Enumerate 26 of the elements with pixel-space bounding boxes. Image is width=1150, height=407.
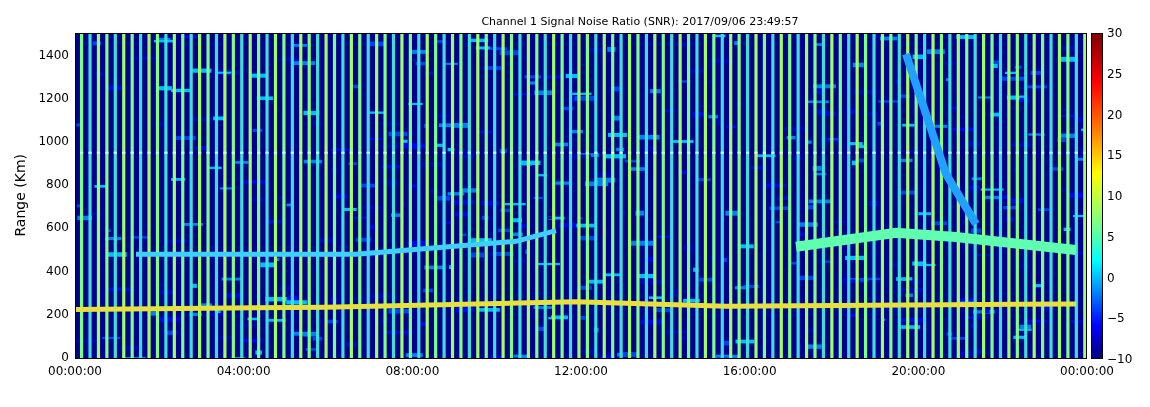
x-tick-label: 04:00:00 bbox=[216, 364, 271, 378]
x-tick-label: 16:00:00 bbox=[722, 364, 777, 378]
colorbar-tick-label: 0 bbox=[1107, 270, 1115, 285]
colorbar-tick-label: 10 bbox=[1107, 189, 1123, 203]
y-axis-label: Range (Km) bbox=[12, 153, 28, 237]
x-tick-label: 20:00:00 bbox=[891, 364, 946, 378]
colorbar-tick-label: 25 bbox=[1107, 66, 1123, 81]
y-tick-label: 800 bbox=[46, 177, 69, 192]
x-tick-label: 08:00:00 bbox=[385, 364, 440, 378]
y-tick-label: 1200 bbox=[38, 90, 69, 105]
y-tick-label: 200 bbox=[46, 306, 69, 321]
y-tick-label: 1000 bbox=[38, 134, 69, 148]
y-tick-label: 1400 bbox=[38, 47, 69, 62]
x-tick-label: 12:00:00 bbox=[554, 364, 608, 378]
y-tick-label: 0 bbox=[61, 350, 69, 364]
colorbar-tick-label: −10 bbox=[1107, 352, 1133, 366]
chart-title: Channel 1 Signal Noise Ratio (SNR): 2017/09/06 23:49:57 bbox=[480, 15, 799, 28]
colorbar-tick-label: 20 bbox=[1107, 107, 1123, 122]
colorbar-tick-label: 5 bbox=[1107, 229, 1115, 244]
colorbar-tick-label: 15 bbox=[1107, 148, 1123, 163]
x-tick-label: 00:00:00 bbox=[48, 364, 102, 378]
x-tick-label: 00:00:00 bbox=[1060, 364, 1114, 378]
y-tick-label: 400 bbox=[46, 263, 69, 278]
colorbar-tick-label: 30 bbox=[1107, 26, 1123, 40]
y-tick-label: 600 bbox=[46, 220, 69, 235]
colorbar-tick-label: −5 bbox=[1107, 311, 1125, 326]
